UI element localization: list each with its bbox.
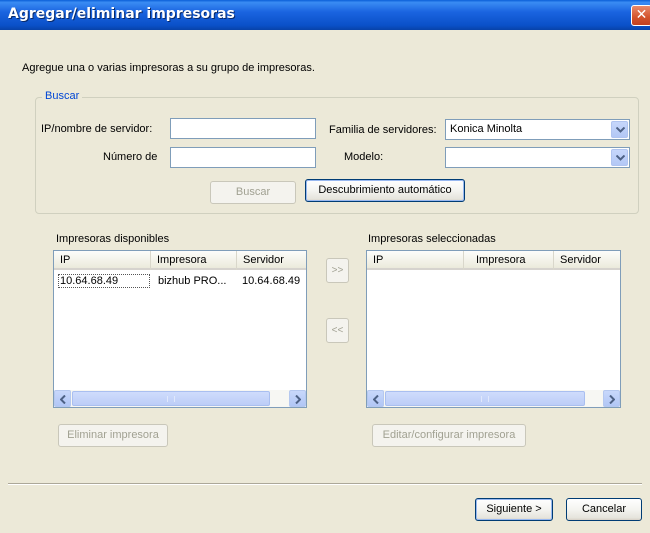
table-row[interactable]: 10.64.68.49 bizhub PRO... 10.64.68.49 <box>56 273 306 288</box>
ip-label: IP/nombre de servidor: <box>41 123 153 135</box>
column-header-ip[interactable]: IP <box>54 251 151 270</box>
family-select[interactable]: Konica Minolta <box>445 119 630 140</box>
selected-list-header: IP Impresora Servidor <box>367 251 620 270</box>
edit-configure-printer-button[interactable]: Editar/configurar impresora <box>372 424 526 447</box>
available-hscrollbar[interactable] <box>54 390 306 407</box>
next-button[interactable]: Siguiente > <box>475 498 553 521</box>
search-button[interactable]: Buscar <box>210 181 296 204</box>
number-label: Número de <box>103 151 158 163</box>
model-label: Modelo: <box>344 151 384 163</box>
number-field[interactable] <box>170 147 316 168</box>
close-icon: ✕ <box>635 7 648 23</box>
add-remove-printers-dialog: Agregar/eliminar impresoras ✕ Agregue un… <box>0 0 650 533</box>
search-group-title: Buscar <box>42 90 83 102</box>
row-ip: 10.64.68.49 <box>58 274 150 288</box>
scroll-right-icon[interactable] <box>289 390 306 407</box>
family-label: Familia de servidores: <box>329 124 437 136</box>
cancel-button[interactable]: Cancelar <box>566 498 642 521</box>
family-select-value: Konica Minolta <box>450 123 523 135</box>
title-bar[interactable]: Agregar/eliminar impresoras ✕ <box>0 0 650 30</box>
add-selected-button[interactable]: >> <box>326 258 349 283</box>
scroll-thumb[interactable] <box>385 391 585 406</box>
model-select[interactable] <box>445 147 630 168</box>
scroll-right-icon[interactable] <box>603 390 620 407</box>
available-list-header: IP Impresora Servidor <box>54 251 306 270</box>
footer-separator <box>8 483 642 485</box>
selected-printers-list[interactable]: IP Impresora Servidor <box>366 250 621 408</box>
selected-printers-title: Impresoras seleccionadas <box>368 233 496 245</box>
row-server: 10.64.68.49 <box>242 275 301 287</box>
scroll-left-icon[interactable] <box>367 390 384 407</box>
close-button[interactable]: ✕ <box>631 5 650 26</box>
available-printers-title: Impresoras disponibles <box>56 233 170 245</box>
scroll-thumb[interactable] <box>72 391 270 406</box>
column-header-server[interactable]: Servidor <box>237 251 306 270</box>
column-header-printer[interactable]: Impresora <box>464 251 554 270</box>
row-printer: bizhub PRO... <box>158 275 227 287</box>
chevron-down-icon[interactable] <box>611 149 628 166</box>
auto-discover-button[interactable]: Descubrimiento automático <box>305 179 465 202</box>
available-printers-list[interactable]: IP Impresora Servidor 10.64.68.49 bizhub… <box>53 250 307 408</box>
intro-text: Agregue una o varias impresoras a su gru… <box>22 62 315 74</box>
ip-field[interactable] <box>170 118 316 139</box>
column-header-server[interactable]: Servidor <box>554 251 620 270</box>
remove-printer-button[interactable]: Eliminar impresora <box>58 424 168 447</box>
selected-hscrollbar[interactable] <box>367 390 620 407</box>
window-title: Agregar/eliminar impresoras <box>8 6 235 22</box>
column-header-ip[interactable]: IP <box>367 251 464 270</box>
remove-selected-button[interactable]: << <box>326 318 349 343</box>
column-header-printer[interactable]: Impresora <box>151 251 237 270</box>
chevron-down-icon[interactable] <box>611 121 628 138</box>
scroll-left-icon[interactable] <box>54 390 71 407</box>
